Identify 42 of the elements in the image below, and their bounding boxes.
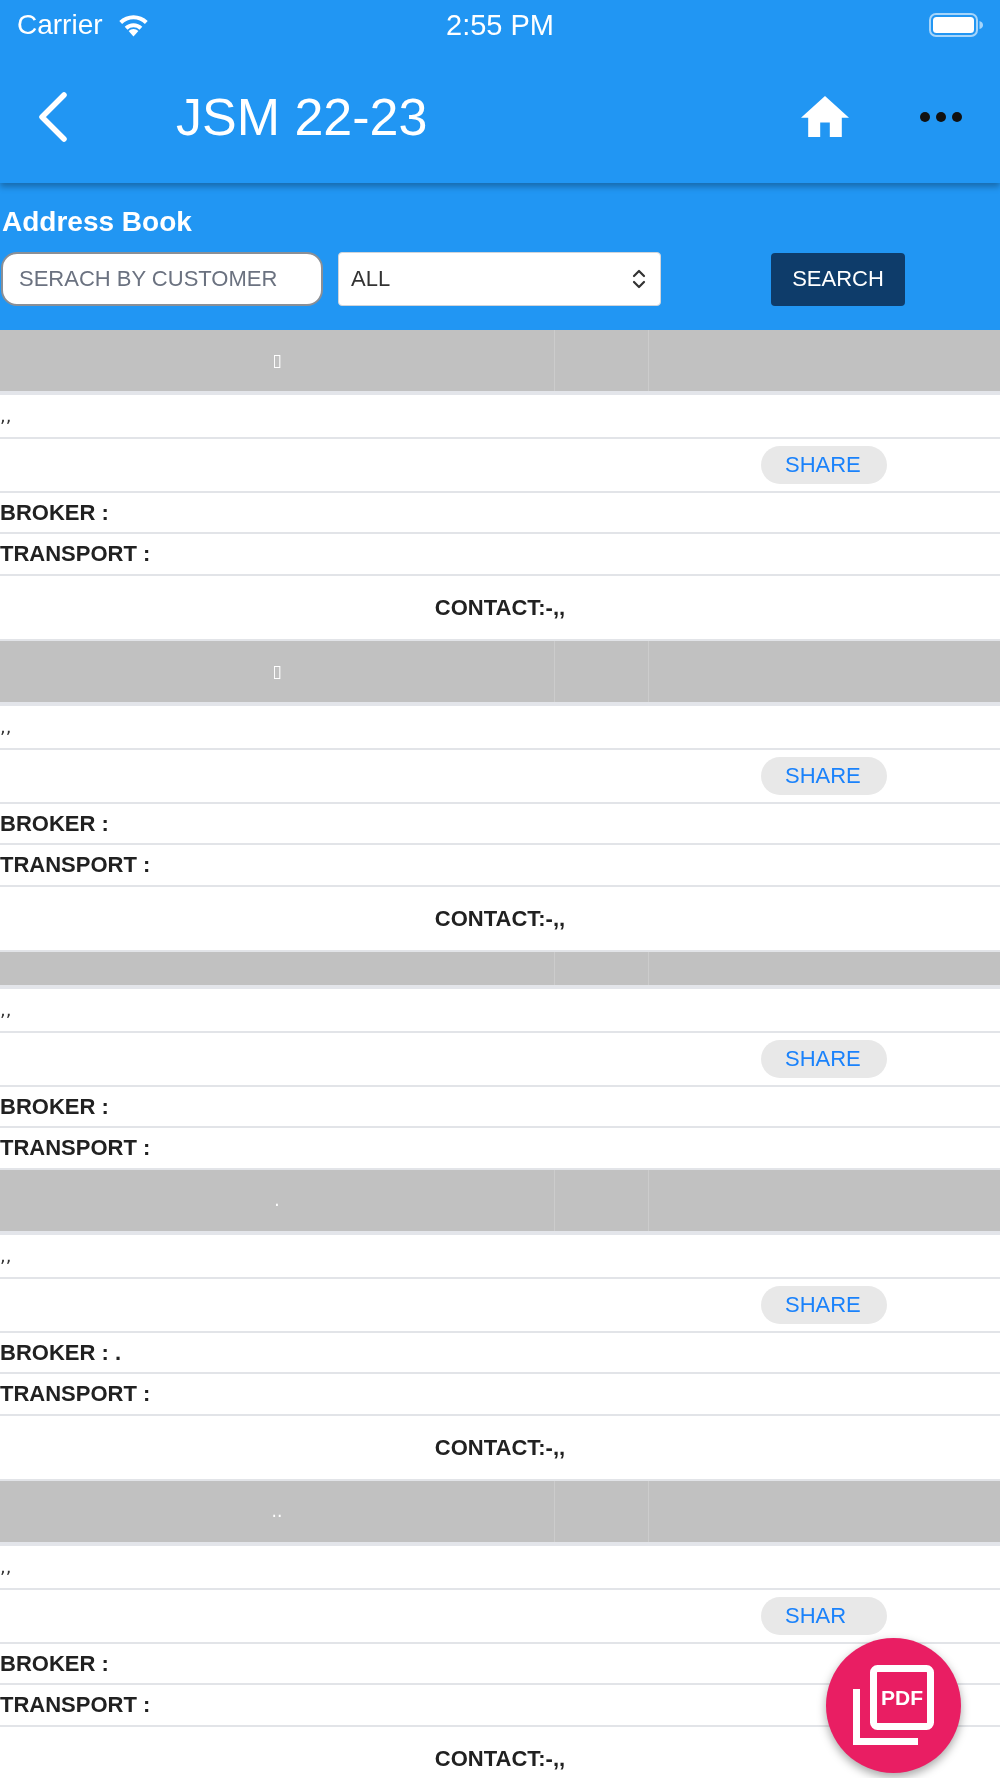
filter-select[interactable]: ALL bbox=[338, 252, 661, 306]
contact-label: CONTACT:-,, bbox=[434, 907, 566, 930]
broker-label: BROKER : . bbox=[0, 1341, 121, 1364]
battery-icon bbox=[929, 13, 983, 37]
back-icon[interactable] bbox=[37, 91, 68, 142]
share-button[interactable]: SHAR bbox=[761, 1597, 887, 1635]
address-text: ,, bbox=[0, 718, 12, 736]
search-field[interactable]: SERACH BY CUSTOMER bbox=[1, 252, 323, 306]
transport-label: TRANSPORT : bbox=[0, 1137, 151, 1159]
carrier-text: Carrier bbox=[17, 11, 103, 39]
pdf-button[interactable]: PDF bbox=[826, 1638, 961, 1773]
broker-label: BROKER : bbox=[0, 812, 109, 835]
broker-label: BROKER : bbox=[0, 501, 109, 524]
transport-label: TRANSPORT : bbox=[0, 854, 151, 876]
transport-label: TRANSPORT : bbox=[0, 1383, 151, 1405]
card-title: ▯ bbox=[272, 352, 282, 369]
up-down-chevron-icon bbox=[632, 268, 646, 290]
address-text: ,, bbox=[0, 1247, 12, 1265]
more-icon[interactable] bbox=[920, 111, 962, 122]
share-button[interactable]: SHARE bbox=[761, 1286, 887, 1324]
contact-label: CONTACT:-,, bbox=[434, 1436, 566, 1459]
card-title: . bbox=[274, 1192, 280, 1209]
contact-label: CONTACT:-,, bbox=[434, 596, 566, 619]
status-time: 2:55 PM bbox=[446, 10, 554, 40]
broker-label: BROKER : bbox=[0, 1652, 109, 1675]
share-button[interactable]: SHARE bbox=[761, 757, 887, 795]
transport-label: TRANSPORT : bbox=[0, 543, 151, 565]
stacked-pages-icon bbox=[853, 1665, 934, 1745]
section-title: Address Book bbox=[1, 206, 193, 238]
home-icon[interactable] bbox=[801, 96, 849, 137]
card-title: .. bbox=[271, 1503, 283, 1520]
search-button[interactable]: SEARCH bbox=[771, 252, 905, 306]
broker-label: BROKER : bbox=[0, 1095, 109, 1118]
share-button[interactable]: SHARE bbox=[761, 446, 887, 484]
page-title: JSM 22-23 bbox=[176, 90, 428, 143]
card-title: ▯ bbox=[272, 663, 282, 680]
share-button[interactable]: SHARE bbox=[761, 1040, 887, 1078]
address-text: ,, bbox=[0, 1001, 12, 1019]
address-text: ,, bbox=[0, 407, 12, 425]
address-text: ,, bbox=[0, 1558, 12, 1576]
contact-label: CONTACT:-,, bbox=[434, 1747, 566, 1770]
transport-label: TRANSPORT : bbox=[0, 1694, 151, 1716]
